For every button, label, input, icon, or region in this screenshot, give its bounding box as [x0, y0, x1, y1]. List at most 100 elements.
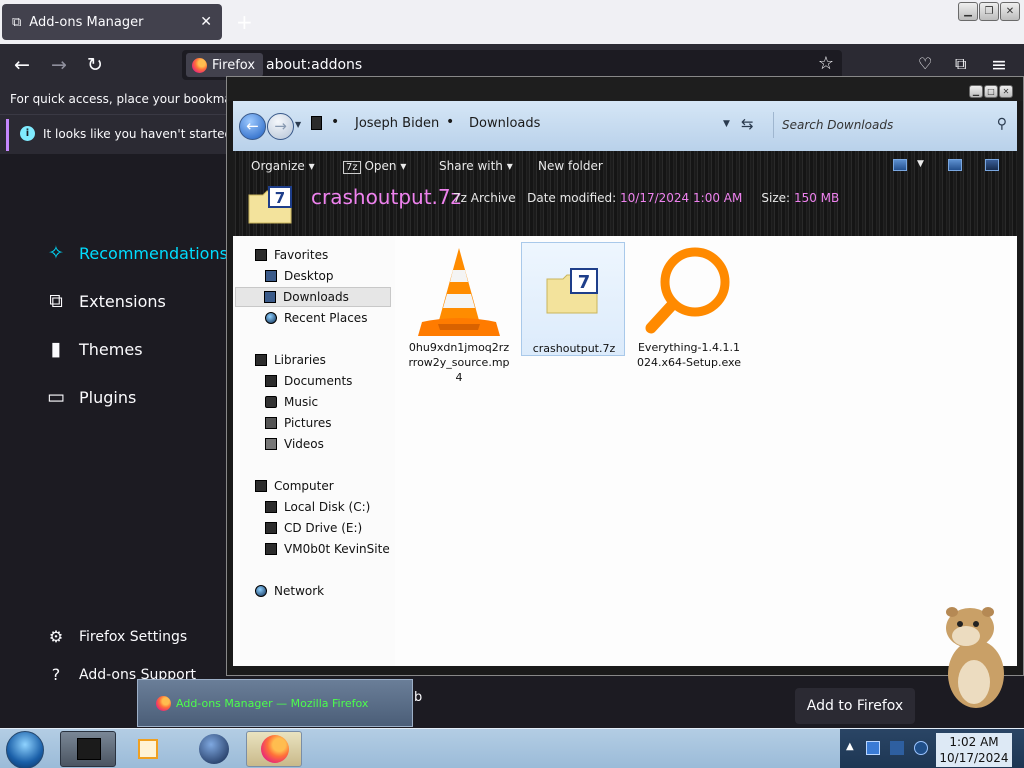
nav-videos[interactable]: Videos [265, 434, 324, 454]
bookmark-star-icon[interactable]: ☆ [818, 53, 834, 74]
explorer-window: ▁ □ ✕ ← → ▼ • Joseph Biden • Downloads ▼… [226, 76, 1024, 676]
share-with-button[interactable]: Share with ▾ [439, 159, 513, 173]
puzzle-icon: ⧉ [12, 14, 22, 30]
sidebar-item-extensions[interactable]: ⧉ Extensions [45, 285, 166, 317]
add-to-firefox-button[interactable]: Add to Firefox [795, 688, 915, 724]
network-drive-icon [265, 543, 277, 555]
svg-text:7: 7 [275, 189, 285, 207]
nav-libraries[interactable]: Libraries [255, 350, 326, 370]
file-item[interactable]: Everything-1.4.1.1024.x64-Setup.exe [637, 242, 741, 369]
clock[interactable]: 1:02 AM 10/17/2024 [936, 733, 1012, 767]
plugin-icon: ▭ [47, 386, 65, 408]
sidebar-item-themes[interactable]: ▮ Themes [45, 333, 143, 365]
open-button[interactable]: 7z Open ▾ [343, 159, 406, 174]
addon-card-text-fragment: b [414, 690, 423, 705]
menu-icon[interactable]: ≡ [991, 54, 1007, 76]
minimize-button[interactable]: ▁ [969, 85, 983, 98]
address-dropdown-icon[interactable]: ▼ [723, 119, 730, 129]
volume-tray-icon[interactable] [914, 741, 928, 755]
refresh-icon[interactable]: ⇆ [741, 115, 754, 133]
file-item[interactable]: 0hu9xdn1jmoq2rzrrow2y_source.mp4 [407, 242, 511, 384]
details-date-value: 10/17/2024 1:00 AM [620, 191, 743, 205]
nav-network[interactable]: Network [255, 581, 324, 601]
minimize-button[interactable]: ▁ [958, 2, 978, 21]
brush-icon: ▮ [50, 338, 62, 360]
start-button[interactable] [6, 731, 44, 768]
network-tray-icon[interactable] [890, 741, 904, 755]
taskbar-app-firefox[interactable] [246, 731, 302, 767]
7z-archive-icon: 7 [248, 186, 292, 224]
nav-music[interactable]: Music [265, 392, 318, 412]
sparkle-icon: ✧ [48, 242, 64, 264]
nav-local-disk[interactable]: Local Disk (C:) [265, 497, 370, 517]
pocket-icon[interactable]: ♡ [918, 54, 932, 73]
details-size-label: Size: [761, 191, 791, 205]
history-dropdown-icon[interactable]: ▼ [295, 120, 301, 129]
sidebar-item-recommendations[interactable]: ✧ Recommendations [45, 237, 228, 269]
command-bar: Organize ▾ 7z Open ▾ Share with ▾ New fo… [233, 151, 1017, 236]
breadcrumb-joseph-biden[interactable]: Joseph Biden [355, 116, 439, 131]
forward-button[interactable]: → [267, 113, 294, 140]
tab-close-button[interactable]: ✕ [200, 14, 212, 30]
nav-label: Pictures [284, 416, 332, 430]
identity-box[interactable]: Firefox [186, 53, 264, 77]
gear-icon: ⚙ [48, 627, 64, 646]
preview-pane-icon[interactable] [948, 159, 962, 171]
forward-arrow-icon[interactable]: → [51, 54, 67, 76]
magnifier-icon [645, 247, 730, 334]
nav-recent-places[interactable]: Recent Places [265, 308, 367, 328]
breadcrumb-separator[interactable]: • [331, 114, 339, 130]
search-icon[interactable]: ⚲ [997, 116, 1007, 132]
taskbar-app-browser[interactable] [186, 731, 242, 767]
hamster-mascot-icon [946, 607, 1004, 708]
reload-icon[interactable]: ↻ [87, 54, 103, 76]
show-hidden-icons-button[interactable]: ▲ [846, 741, 854, 752]
7z-small-icon: 7z [343, 161, 361, 174]
view-options-icon[interactable] [893, 159, 907, 171]
tab-add-ons-manager[interactable]: ⧉ Add-ons Manager ✕ [2, 4, 222, 40]
breadcrumb-separator[interactable]: • [446, 114, 454, 130]
url-text[interactable]: about:addons [266, 57, 362, 73]
nav-cd-drive[interactable]: CD Drive (E:) [265, 518, 362, 538]
firefox-window-controls: ▁ ❐ ✕ [958, 2, 1020, 21]
search-placeholder: Search Downloads [782, 118, 894, 132]
close-window-button[interactable]: ✕ [1000, 2, 1020, 21]
nav-network-drive[interactable]: VM0b0t KevinSite [265, 539, 390, 559]
help-icon[interactable] [985, 159, 999, 171]
taskbar-app-explorer[interactable] [60, 731, 116, 767]
taskbar-app-media-player[interactable] [120, 731, 176, 767]
restore-button[interactable]: ❐ [979, 2, 999, 21]
nav-label: Downloads [283, 290, 349, 304]
nav-downloads[interactable]: Downloads [235, 287, 391, 307]
view-dropdown-icon[interactable]: ▼ [917, 159, 924, 169]
explorer-title-bar[interactable]: ▁ □ ✕ [227, 77, 1023, 101]
media-player-icon [138, 739, 158, 759]
file-item-selected[interactable]: 7 crashoutput.7z [521, 242, 625, 356]
sidebar-item-plugins[interactable]: ▭ Plugins [45, 381, 136, 413]
nav-favorites[interactable]: Favorites [255, 245, 328, 265]
close-window-button[interactable]: ✕ [999, 85, 1013, 98]
firefox-logo-icon [192, 57, 207, 73]
nav-desktop[interactable]: Desktop [265, 266, 334, 286]
search-input[interactable]: Search Downloads ⚲ [773, 112, 1015, 138]
back-button[interactable]: ← [239, 113, 266, 140]
details-metadata: 7z Archive Date modified: 10/17/2024 1:0… [453, 191, 839, 205]
sidebar-item-label: Recommendations [79, 243, 228, 263]
new-tab-button[interactable]: + [236, 10, 253, 34]
maximize-button[interactable]: □ [984, 85, 998, 98]
taskbar-thumbnail-preview[interactable]: Add-ons Manager — Mozilla Firefox [137, 679, 413, 727]
firefox-settings-link[interactable]: ⚙ Firefox Settings [47, 627, 187, 646]
nav-pictures[interactable]: Pictures [265, 413, 332, 433]
tray-app-icon[interactable] [866, 741, 880, 755]
breadcrumb-downloads[interactable]: Downloads [469, 116, 540, 131]
organize-button[interactable]: Organize ▾ [251, 159, 315, 173]
navigation-pane: Favorites Desktop Downloads Recent Place… [233, 236, 395, 666]
nav-documents[interactable]: Documents [265, 371, 352, 391]
details-file-type: 7z Archive [453, 191, 516, 205]
nav-computer[interactable]: Computer [255, 476, 334, 496]
back-arrow-icon[interactable]: ← [14, 54, 30, 76]
extensions-icon[interactable]: ⧉ [955, 54, 966, 74]
sidebar-item-label: Plugins [79, 387, 137, 407]
new-folder-button[interactable]: New folder [538, 159, 603, 173]
notice-accent [6, 119, 9, 151]
